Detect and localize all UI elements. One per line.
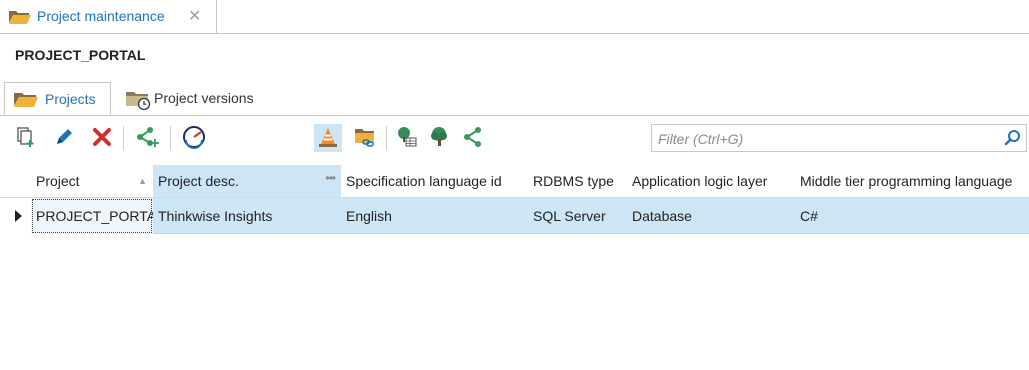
column-header-specification-language-id[interactable]: Specification language id [341, 165, 528, 197]
edit-icon [53, 126, 75, 151]
document-tab-strip: Project maintenance ✕ [0, 0, 1029, 34]
cell-specification-language-id[interactable]: English [341, 198, 528, 234]
share-add-icon [135, 126, 159, 151]
sort-ascending-icon: ▲ [138, 176, 147, 186]
copy-add-button[interactable] [12, 124, 40, 152]
cell-rdbms-type[interactable]: SQL Server [528, 198, 627, 234]
tab-project-versions[interactable]: Project versions [117, 82, 277, 115]
share-button[interactable] [459, 124, 487, 152]
folder-link-icon [354, 126, 376, 151]
column-header-project[interactable]: Project ▲ [31, 165, 153, 197]
column-header-application-logic-layer[interactable]: Application logic layer [627, 165, 795, 197]
tree-table-icon [395, 126, 417, 151]
share-icon [462, 126, 484, 151]
section-tab-strip: Projects Project versions [0, 82, 1029, 116]
column-header-label: Project [36, 173, 80, 189]
delete-button[interactable] [88, 124, 116, 152]
filter-box [651, 124, 1027, 152]
tree-table-button[interactable] [392, 124, 420, 152]
column-header-project-desc[interactable]: Project desc. ••• [153, 165, 341, 197]
speed-button[interactable] [180, 124, 208, 152]
page-title: PROJECT_PORTAL [15, 47, 146, 63]
tree-button[interactable] [425, 124, 453, 152]
column-header-label: Project desc. [158, 173, 239, 189]
search-icon[interactable] [1004, 129, 1022, 150]
folder-open-icon [13, 91, 39, 111]
column-header-label: Specification language id [346, 173, 502, 189]
speed-icon [182, 125, 206, 152]
column-header-label: RDBMS type [533, 173, 614, 189]
column-header-rdbms-type[interactable]: RDBMS type [528, 165, 627, 197]
cell-project-desc[interactable]: Thinkwise Insights [153, 198, 341, 234]
tab-label: Project versions [154, 90, 254, 106]
toolbar-separator [123, 126, 124, 150]
toolbar [0, 120, 1029, 156]
edit-button[interactable] [50, 124, 78, 152]
share-add-button[interactable] [133, 124, 161, 152]
document-tab-project-maintenance[interactable]: Project maintenance ✕ [0, 0, 217, 33]
column-header-label: Application logic layer [632, 173, 768, 189]
folder-clock-icon [125, 90, 151, 113]
current-row-indicator-icon [15, 210, 22, 222]
folder-open-icon [8, 9, 32, 28]
toolbar-separator [170, 126, 171, 150]
column-header-middle-tier-language[interactable]: Middle tier programming language [795, 165, 1029, 197]
cone-icon [317, 126, 339, 151]
tab-projects[interactable]: Projects [4, 82, 111, 115]
copy-add-icon [15, 126, 37, 151]
tree-icon [428, 126, 450, 151]
toolbar-separator [386, 126, 387, 150]
document-tab-label: Project maintenance [37, 8, 165, 24]
cell-application-logic-layer[interactable]: Database [627, 198, 795, 234]
table-row[interactable]: PROJECT_PORTAL Thinkwise Insights Englis… [0, 198, 1029, 234]
close-icon[interactable]: ✕ [188, 6, 201, 26]
cone-button[interactable] [314, 124, 342, 152]
cell-middle-tier-language[interactable]: C# [795, 198, 1029, 234]
filter-input[interactable] [656, 128, 1000, 150]
column-header-label: Middle tier programming language [800, 173, 1013, 189]
delete-icon [91, 126, 113, 151]
tab-label: Projects [45, 91, 96, 107]
column-menu-icon[interactable]: ••• [325, 165, 336, 194]
grid-header: Project ▲ Project desc. ••• Specificatio… [0, 165, 1029, 198]
cell-project[interactable]: PROJECT_PORTAL [31, 198, 153, 234]
folder-link-button[interactable] [351, 124, 379, 152]
